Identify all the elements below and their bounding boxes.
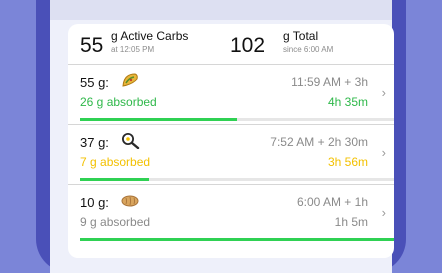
entry-time: 7:52 AM + 2h 30m <box>270 135 368 149</box>
carb-entries-card: 55 g Active Carbs at 12:05 PM 102 g Tota… <box>68 24 394 258</box>
chevron-right-icon: › <box>381 145 386 160</box>
entry-remaining: 3h 56m <box>327 155 368 169</box>
status-bar <box>50 0 392 20</box>
absorption-progress-fill <box>80 238 394 241</box>
entry-remaining: 1h 5m <box>334 215 368 229</box>
entry-grams: 55 g: <box>80 75 109 90</box>
active-carbs-value: 55 <box>80 34 104 57</box>
carb-entry-row[interactable]: 55 g: 11:59 AM + 3h 26 g absorbed 4h 35m… <box>68 65 394 123</box>
total-carbs-label: g Total <box>283 29 319 43</box>
entry-time: 11:59 AM + 3h <box>291 75 368 89</box>
carb-entry-row[interactable]: 10 g: 6:00 AM + 1h 9 g absorbed 1h 5m › <box>68 185 394 243</box>
taco-icon <box>120 71 140 89</box>
absorption-progress <box>80 118 394 121</box>
entry-grams: 37 g: <box>80 135 109 150</box>
total-carbs-value: 102 <box>230 34 266 57</box>
absorption-progress <box>80 238 394 241</box>
carb-entry-row[interactable]: 37 g: 7:52 AM + 2h 30m 7 g absorbed 3h 5… <box>68 125 394 183</box>
absorption-progress-fill <box>80 118 237 121</box>
bread-loaf-icon <box>120 191 140 209</box>
absorption-progress-fill <box>80 178 150 181</box>
absorption-progress <box>80 178 394 181</box>
active-carbs-time: at 12:05 PM <box>111 45 155 54</box>
entry-absorbed: 7 g absorbed <box>80 155 151 169</box>
entry-remaining: 4h 35m <box>327 95 368 109</box>
carbs-summary: 55 g Active Carbs at 12:05 PM 102 g Tota… <box>68 24 394 65</box>
chevron-right-icon: › <box>381 85 386 100</box>
entry-absorbed: 9 g absorbed <box>80 215 151 229</box>
entry-grams: 10 g: <box>80 195 109 210</box>
fried-egg-pan-icon <box>120 131 140 150</box>
active-carbs-label: g Active Carbs <box>111 29 189 43</box>
total-carbs-time: since 6:00 AM <box>283 45 334 54</box>
chevron-right-icon: › <box>381 205 386 220</box>
entry-time: 6:00 AM + 1h <box>296 195 368 209</box>
entry-absorbed: 26 g absorbed <box>80 95 157 109</box>
